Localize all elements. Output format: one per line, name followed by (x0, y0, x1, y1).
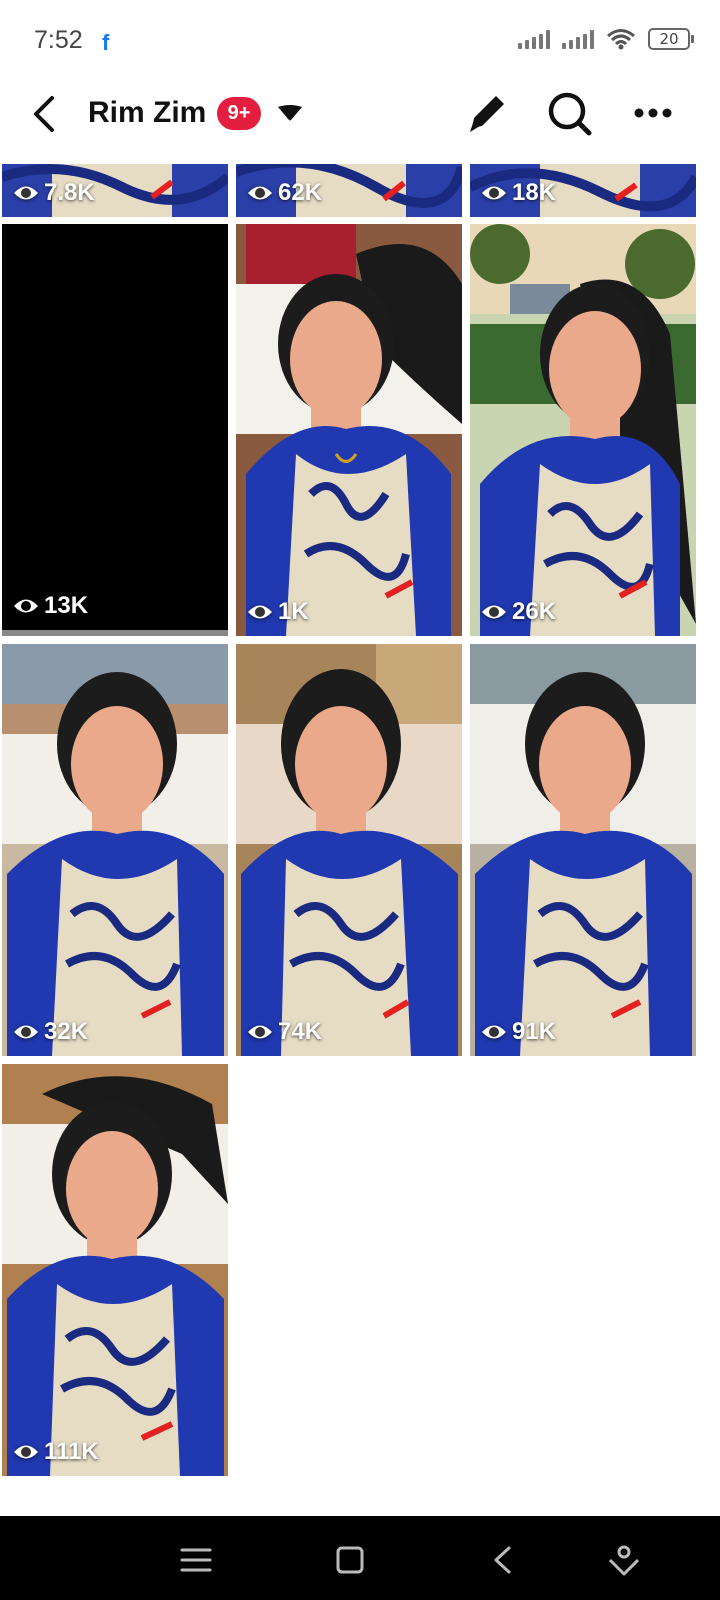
wifi-icon (607, 29, 635, 50)
home-square-icon[interactable] (330, 1540, 370, 1580)
pencil-icon[interactable] (462, 88, 512, 138)
search-icon[interactable] (544, 88, 594, 138)
eye-icon (482, 1025, 506, 1039)
view-count: 91K (480, 1018, 556, 1046)
video-thumbnail (236, 644, 462, 1056)
top-app-bar: Rim Zim 9+ (0, 80, 720, 164)
view-count-label: 74K (278, 1018, 323, 1045)
view-count-label: 18K (512, 179, 557, 206)
facebook-icon: f (102, 30, 110, 55)
signal-icon (518, 29, 550, 49)
view-count-label: 13K (44, 592, 89, 619)
caret-down-icon[interactable] (276, 104, 304, 122)
view-count: 74K (246, 1018, 322, 1046)
video-thumbnail (470, 224, 696, 636)
eye-icon (248, 186, 272, 200)
eye-icon (14, 599, 38, 613)
view-count-label: 7.8K (44, 179, 95, 206)
status-bar: 7:52 f 20 (0, 0, 720, 80)
eye-icon (248, 1025, 272, 1039)
view-count: 32K (12, 1018, 88, 1046)
video-thumbnail (2, 1064, 228, 1476)
view-count-label: 1K (278, 598, 309, 625)
eye-icon (248, 605, 272, 619)
more-dots-icon[interactable] (628, 88, 678, 138)
notification-badge: 9+ (217, 97, 261, 130)
video-tile[interactable]: 13K (2, 224, 228, 636)
video-thumbnail (2, 644, 228, 1056)
eye-icon (14, 1025, 38, 1039)
eye-icon (482, 605, 506, 619)
view-count-label: 32K (44, 1018, 89, 1045)
view-count: 1K (246, 598, 309, 626)
video-grid: 7.8K 62K 18K 13K 1K 26K 32K 74K 91K 111K (0, 164, 720, 1516)
page-title[interactable]: Rim Zim (88, 96, 206, 130)
eye-icon (14, 186, 38, 200)
system-nav-bar (0, 1516, 720, 1600)
video-tile[interactable]: 26K (470, 224, 696, 636)
video-thumbnail (470, 644, 696, 1056)
video-thumbnail (236, 224, 462, 636)
video-tile[interactable]: 91K (470, 644, 696, 1056)
eye-icon (14, 1445, 38, 1459)
view-count-label: 62K (278, 179, 323, 206)
video-tile[interactable]: 1K (236, 224, 462, 636)
video-tile[interactable]: 32K (2, 644, 228, 1056)
view-count: 18K (480, 179, 556, 207)
view-count-label: 91K (512, 1018, 557, 1045)
video-tile[interactable]: 7.8K (2, 164, 228, 217)
video-tile[interactable]: 62K (236, 164, 462, 217)
battery-indicator: 20 (648, 28, 694, 50)
view-count-label: 26K (512, 598, 557, 625)
view-count: 13K (12, 592, 88, 620)
video-tile[interactable]: 74K (236, 644, 462, 1056)
back-chevron-icon[interactable] (484, 1540, 524, 1580)
assistant-icon[interactable] (604, 1540, 644, 1580)
menu-icon[interactable] (176, 1540, 216, 1580)
view-count-label: 111K (44, 1438, 99, 1465)
eye-icon (482, 186, 506, 200)
view-count: 62K (246, 179, 322, 207)
view-count: 111K (12, 1438, 99, 1466)
status-icons: 20 (518, 28, 694, 50)
view-count: 7.8K (12, 179, 95, 207)
view-count: 26K (480, 598, 556, 626)
video-tile[interactable]: 111K (2, 1064, 228, 1476)
signal-icon-2 (562, 29, 594, 49)
status-time: 7:52 (34, 26, 83, 54)
back-arrow-icon[interactable] (26, 94, 66, 134)
video-tile[interactable]: 18K (470, 164, 696, 217)
